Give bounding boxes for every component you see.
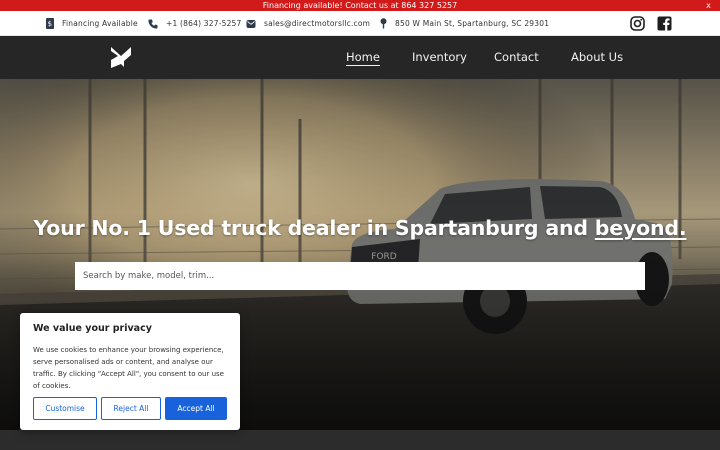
- phone-info[interactable]: +1 (864) 327-5257: [148, 11, 242, 36]
- nav-inventory[interactable]: Inventory: [412, 36, 467, 79]
- cookie-button-group: Customise Reject All Accept All: [33, 397, 227, 420]
- cookie-consent-dialog: We value your privacy We use cookies to …: [20, 313, 240, 430]
- hero-title-main: Your No. 1 Used truck dealer in Spartanb…: [33, 216, 595, 240]
- cookie-description: We use cookies to enhance your browsing …: [33, 346, 224, 390]
- nav-home-label: Home: [346, 50, 380, 66]
- financing-info[interactable]: $ Financing Available: [46, 11, 138, 36]
- hero-title-emphasis: beyond.: [594, 216, 687, 240]
- financing-icon: $: [46, 18, 54, 29]
- address-info[interactable]: 850 W Main St, Spartanburg, SC 29301: [380, 11, 549, 36]
- announcement-bar: Financing available! Contact us at 864 3…: [0, 0, 720, 11]
- nav-inventory-label: Inventory: [412, 50, 467, 64]
- facebook-icon[interactable]: [657, 16, 672, 31]
- location-icon: [380, 18, 387, 29]
- main-navbar: Home Inventory Contact About Us: [0, 36, 720, 79]
- address-text: 850 W Main St, Spartanburg, SC 29301: [395, 19, 550, 28]
- section-divider: [0, 430, 720, 450]
- email-info[interactable]: sales@directmotorsllc.com: [246, 11, 370, 36]
- nav-about-us-label: About Us: [571, 50, 624, 64]
- accept-all-button[interactable]: Accept All: [165, 397, 227, 420]
- reject-all-button[interactable]: Reject All: [101, 397, 161, 420]
- nav-home[interactable]: Home: [346, 36, 380, 79]
- search-input[interactable]: [75, 262, 645, 290]
- customise-button[interactable]: Customise: [33, 397, 97, 420]
- svg-text:$: $: [48, 20, 53, 28]
- cookie-title: We value your privacy: [33, 323, 152, 334]
- contact-info-bar: $ Financing Available +1 (864) 327-5257 …: [0, 11, 720, 36]
- close-icon[interactable]: x: [703, 0, 714, 11]
- instagram-icon[interactable]: [630, 16, 645, 31]
- email-icon: [246, 19, 256, 28]
- financing-text: Financing Available: [62, 19, 138, 28]
- nav-about-us[interactable]: About Us: [571, 36, 623, 79]
- hero-title: Your No. 1 Used truck dealer in Spartanb…: [0, 216, 720, 240]
- announcement-text: Financing available! Contact us at 864 3…: [262, 1, 458, 10]
- logo-icon[interactable]: [110, 45, 132, 69]
- nav-contact[interactable]: Contact: [494, 36, 539, 79]
- phone-text: +1 (864) 327-5257: [166, 19, 242, 28]
- phone-icon: [148, 19, 158, 29]
- nav-contact-label: Contact: [494, 50, 539, 64]
- email-text: sales@directmotorsllc.com: [264, 19, 371, 28]
